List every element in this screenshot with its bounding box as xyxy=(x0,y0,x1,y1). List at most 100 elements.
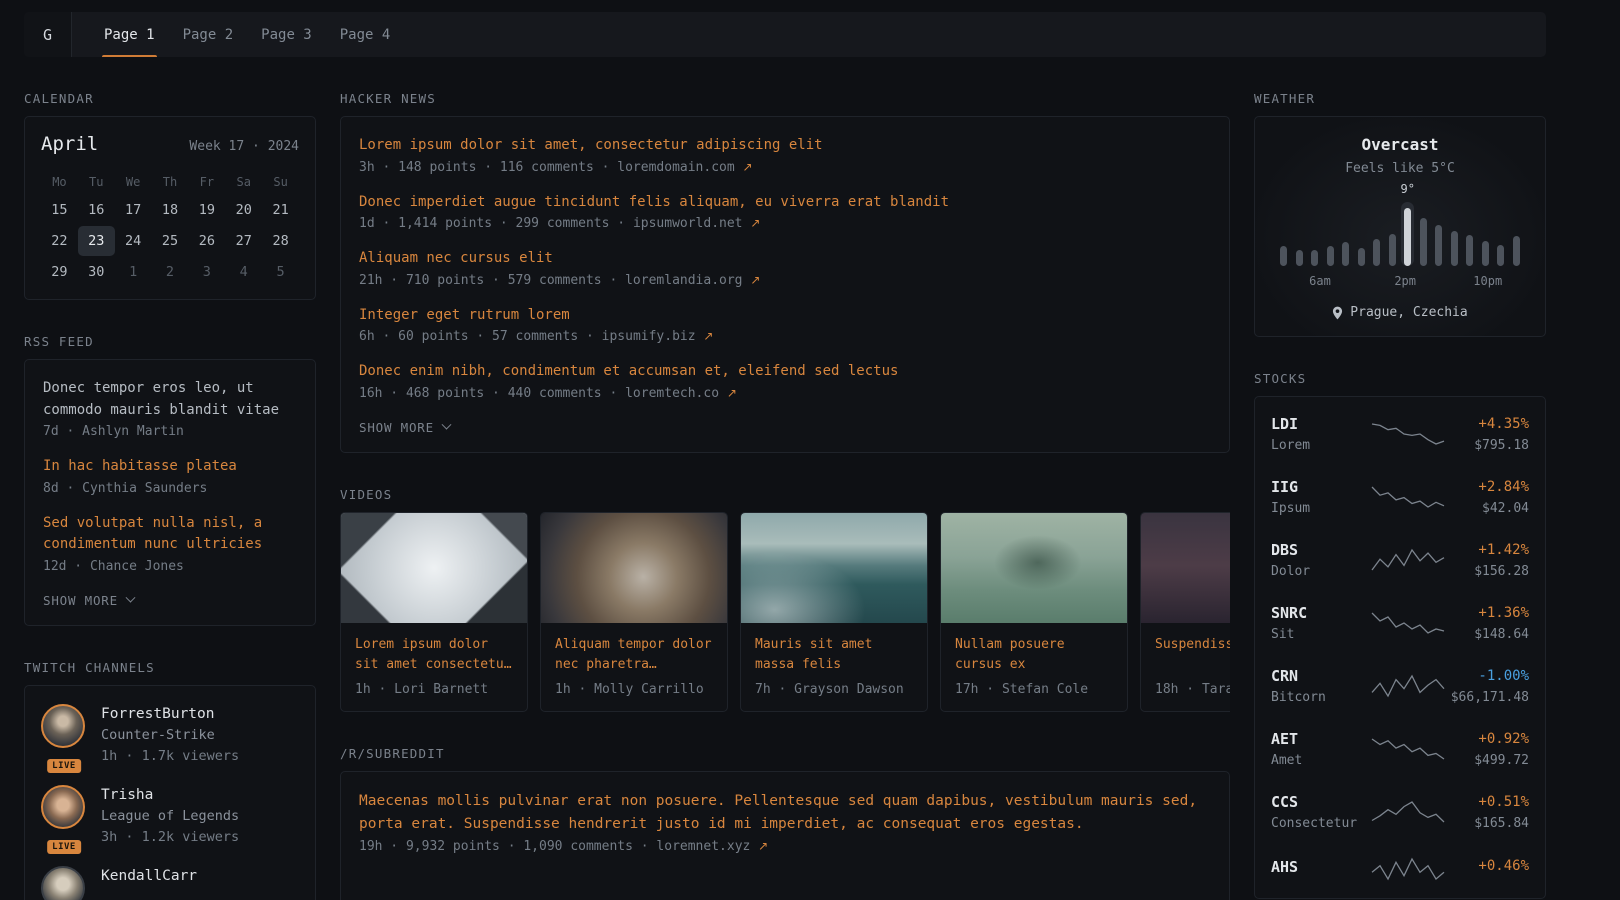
video-thumbnail[interactable] xyxy=(941,513,1127,623)
subreddit-item-title[interactable]: Maecenas mollis pulvinar erat non posuer… xyxy=(359,790,1211,836)
stock-name: Amet xyxy=(1271,753,1371,768)
hn-source-link[interactable]: loremtech.co ↗ xyxy=(625,386,737,401)
stock-ticker[interactable]: CCS xyxy=(1271,793,1371,811)
calendar-day: 15 xyxy=(41,195,78,225)
video-thumbnail[interactable] xyxy=(541,513,727,623)
hn-source-link[interactable]: loremdomain.com ↗ xyxy=(617,160,752,175)
tab-page-2[interactable]: Page 2 xyxy=(169,12,248,57)
stock-ticker[interactable]: IIG xyxy=(1271,478,1371,496)
stock-id: DBSDolor xyxy=(1271,541,1371,579)
stock-values: +1.42%$156.28 xyxy=(1445,542,1529,579)
stock-sparkline xyxy=(1371,799,1445,825)
stock-values: +4.35%$795.18 xyxy=(1445,416,1529,453)
external-link-icon: ↗ xyxy=(758,839,768,853)
stock-price: $165.84 xyxy=(1474,816,1529,831)
video-card-body: Nullam posuere cursus ex17h · Stefan Col… xyxy=(941,623,1127,711)
weather-location: Prague, Czechia xyxy=(1350,305,1467,320)
hn-item-title[interactable]: Donec imperdiet augue tincidunt felis al… xyxy=(359,192,1211,214)
subreddit-source-link[interactable]: loremnet.xyz ↗ xyxy=(656,839,768,854)
calendar-day-header: Su xyxy=(262,169,299,195)
stock-change: +0.92% xyxy=(1478,731,1529,748)
stock-id: LDILorem xyxy=(1271,415,1371,453)
hn-item-meta: 16h · 468 points · 440 comments · loremt… xyxy=(359,386,1211,401)
weather-bar-column xyxy=(1510,202,1523,266)
stock-sparkline xyxy=(1371,547,1445,573)
calendar-day: 27 xyxy=(225,226,262,256)
stock-ticker[interactable]: SNRC xyxy=(1271,604,1371,622)
video-thumbnail[interactable] xyxy=(1141,513,1230,623)
video-card[interactable]: Nullam posuere cursus ex17h · Stefan Col… xyxy=(940,512,1128,712)
section-label-stocks: STOCKS xyxy=(1254,371,1546,386)
tab-page-3[interactable]: Page 3 xyxy=(247,12,326,57)
stock-ticker[interactable]: DBS xyxy=(1271,541,1371,559)
stock-name: Ipsum xyxy=(1271,501,1371,516)
channel-info: ForrestBurtonCounter-Strike1h · 1.7k vie… xyxy=(101,704,239,767)
stock-ticker[interactable]: LDI xyxy=(1271,415,1371,433)
stock-sparkline xyxy=(1371,673,1445,699)
video-card[interactable]: Suspendisse diam18h · Tara xyxy=(1140,512,1230,712)
stock-id: SNRCSit xyxy=(1271,604,1371,642)
subreddit-section: /R/SUBREDDIT Maecenas mollis pulvinar er… xyxy=(340,746,1230,900)
video-card[interactable]: Aliquam tempor dolor nec pharetra… 1h · M… xyxy=(540,512,728,712)
video-card[interactable]: Mauris sit amet massa felis7h · Grayson … xyxy=(740,512,928,712)
channel-name[interactable]: Trisha xyxy=(101,785,239,806)
calendar-day: 28 xyxy=(262,226,299,256)
hn-source-link[interactable]: ipsumify.biz ↗ xyxy=(602,329,714,344)
video-card-body: Aliquam tempor dolor nec pharetra… 1h · M… xyxy=(541,623,727,711)
weather-bar-column xyxy=(1370,202,1383,266)
stock-sparkline-chart xyxy=(1371,856,1445,882)
hn-source-link[interactable]: ipsumworld.net ↗ xyxy=(633,216,760,231)
subreddit-list: Maecenas mollis pulvinar erat non posuer… xyxy=(359,790,1211,854)
avatar: LIVE xyxy=(41,785,87,848)
calendar-day-header: We xyxy=(115,169,152,195)
calendar-day: 1 xyxy=(115,257,152,287)
rss-show-more-button[interactable]: SHOW MORE xyxy=(43,593,134,608)
calendar-grid: 1516171819202122232425262728293012345 xyxy=(41,195,299,287)
section-label-weather: WEATHER xyxy=(1254,91,1546,106)
channel-info: KendallCarr xyxy=(101,866,197,900)
video-card[interactable]: Lorem ipsum dolor sit amet consectetu…1h… xyxy=(340,512,528,712)
video-title[interactable]: Aliquam tempor dolor nec pharetra… xyxy=(555,635,713,675)
stock-price: $148.64 xyxy=(1474,627,1529,642)
video-title[interactable]: Suspendisse diam xyxy=(1155,635,1230,675)
tab-page-1[interactable]: Page 1 xyxy=(90,12,169,57)
rss-item-title[interactable]: Donec tempor eros leo, ut commodo mauris… xyxy=(43,378,297,421)
rss-item-title[interactable]: In hac habitasse platea xyxy=(43,456,297,478)
weather-bar xyxy=(1513,236,1520,266)
weather-feels-like: Feels like 5°C xyxy=(1271,161,1529,176)
video-title[interactable]: Mauris sit amet massa felis xyxy=(755,635,913,675)
hn-source-link[interactable]: loremlandia.org ↗ xyxy=(625,273,760,288)
rss-item-title[interactable]: Sed volutpat nulla nisl, a condimentum n… xyxy=(43,513,297,556)
stock-values: -1.00%$66,171.48 xyxy=(1445,668,1529,705)
hn-item-title[interactable]: Lorem ipsum dolor sit amet, consectetur … xyxy=(359,135,1211,157)
hn-item-title[interactable]: Integer eget rutrum lorem xyxy=(359,305,1211,327)
weather-time-label: 2pm xyxy=(1394,274,1416,288)
stock-sparkline-chart xyxy=(1371,799,1445,825)
tab-page-4[interactable]: Page 4 xyxy=(326,12,405,57)
stock-row: SNRCSit+1.36%$148.64 xyxy=(1271,604,1529,642)
hn-item-title[interactable]: Aliquam nec cursus elit xyxy=(359,248,1211,270)
calendar-day: 2 xyxy=(152,257,189,287)
stocks-section: STOCKS LDILorem+4.35%$795.18IIGIpsum+2.8… xyxy=(1254,371,1546,899)
stock-ticker[interactable]: CRN xyxy=(1271,667,1371,685)
external-link-icon: ↗ xyxy=(703,329,713,343)
channel-name[interactable]: ForrestBurton xyxy=(101,704,239,725)
video-title[interactable]: Nullam posuere cursus ex xyxy=(955,635,1113,675)
hackernews-show-more-button[interactable]: SHOW MORE xyxy=(359,420,450,435)
video-thumbnail[interactable] xyxy=(741,513,927,623)
video-thumbnail[interactable] xyxy=(341,513,527,623)
hn-item-title[interactable]: Donec enim nibh, condimentum et accumsan… xyxy=(359,361,1211,383)
stock-sparkline-chart xyxy=(1371,484,1445,510)
stock-ticker[interactable]: AHS xyxy=(1271,858,1371,876)
stock-sparkline-chart xyxy=(1371,421,1445,447)
channel-name[interactable]: KendallCarr xyxy=(101,866,197,887)
calendar-section: CALENDAR April Week 17 · 2024 MoTuWeThFr… xyxy=(24,91,316,300)
stock-row: LDILorem +4.35%$795.18 xyxy=(1271,415,1529,453)
section-label-calendar: CALENDAR xyxy=(24,91,316,106)
video-title[interactable]: Lorem ipsum dolor sit amet consectetu… xyxy=(355,635,513,675)
video-meta: 1h · Molly Carrillo xyxy=(555,682,713,697)
right-column: WEATHER Overcast Feels like 5°C 9° 6am2p… xyxy=(1254,91,1546,900)
stock-sparkline-chart xyxy=(1371,547,1445,573)
calendar-day: 23 xyxy=(78,226,115,256)
stock-ticker[interactable]: AET xyxy=(1271,730,1371,748)
